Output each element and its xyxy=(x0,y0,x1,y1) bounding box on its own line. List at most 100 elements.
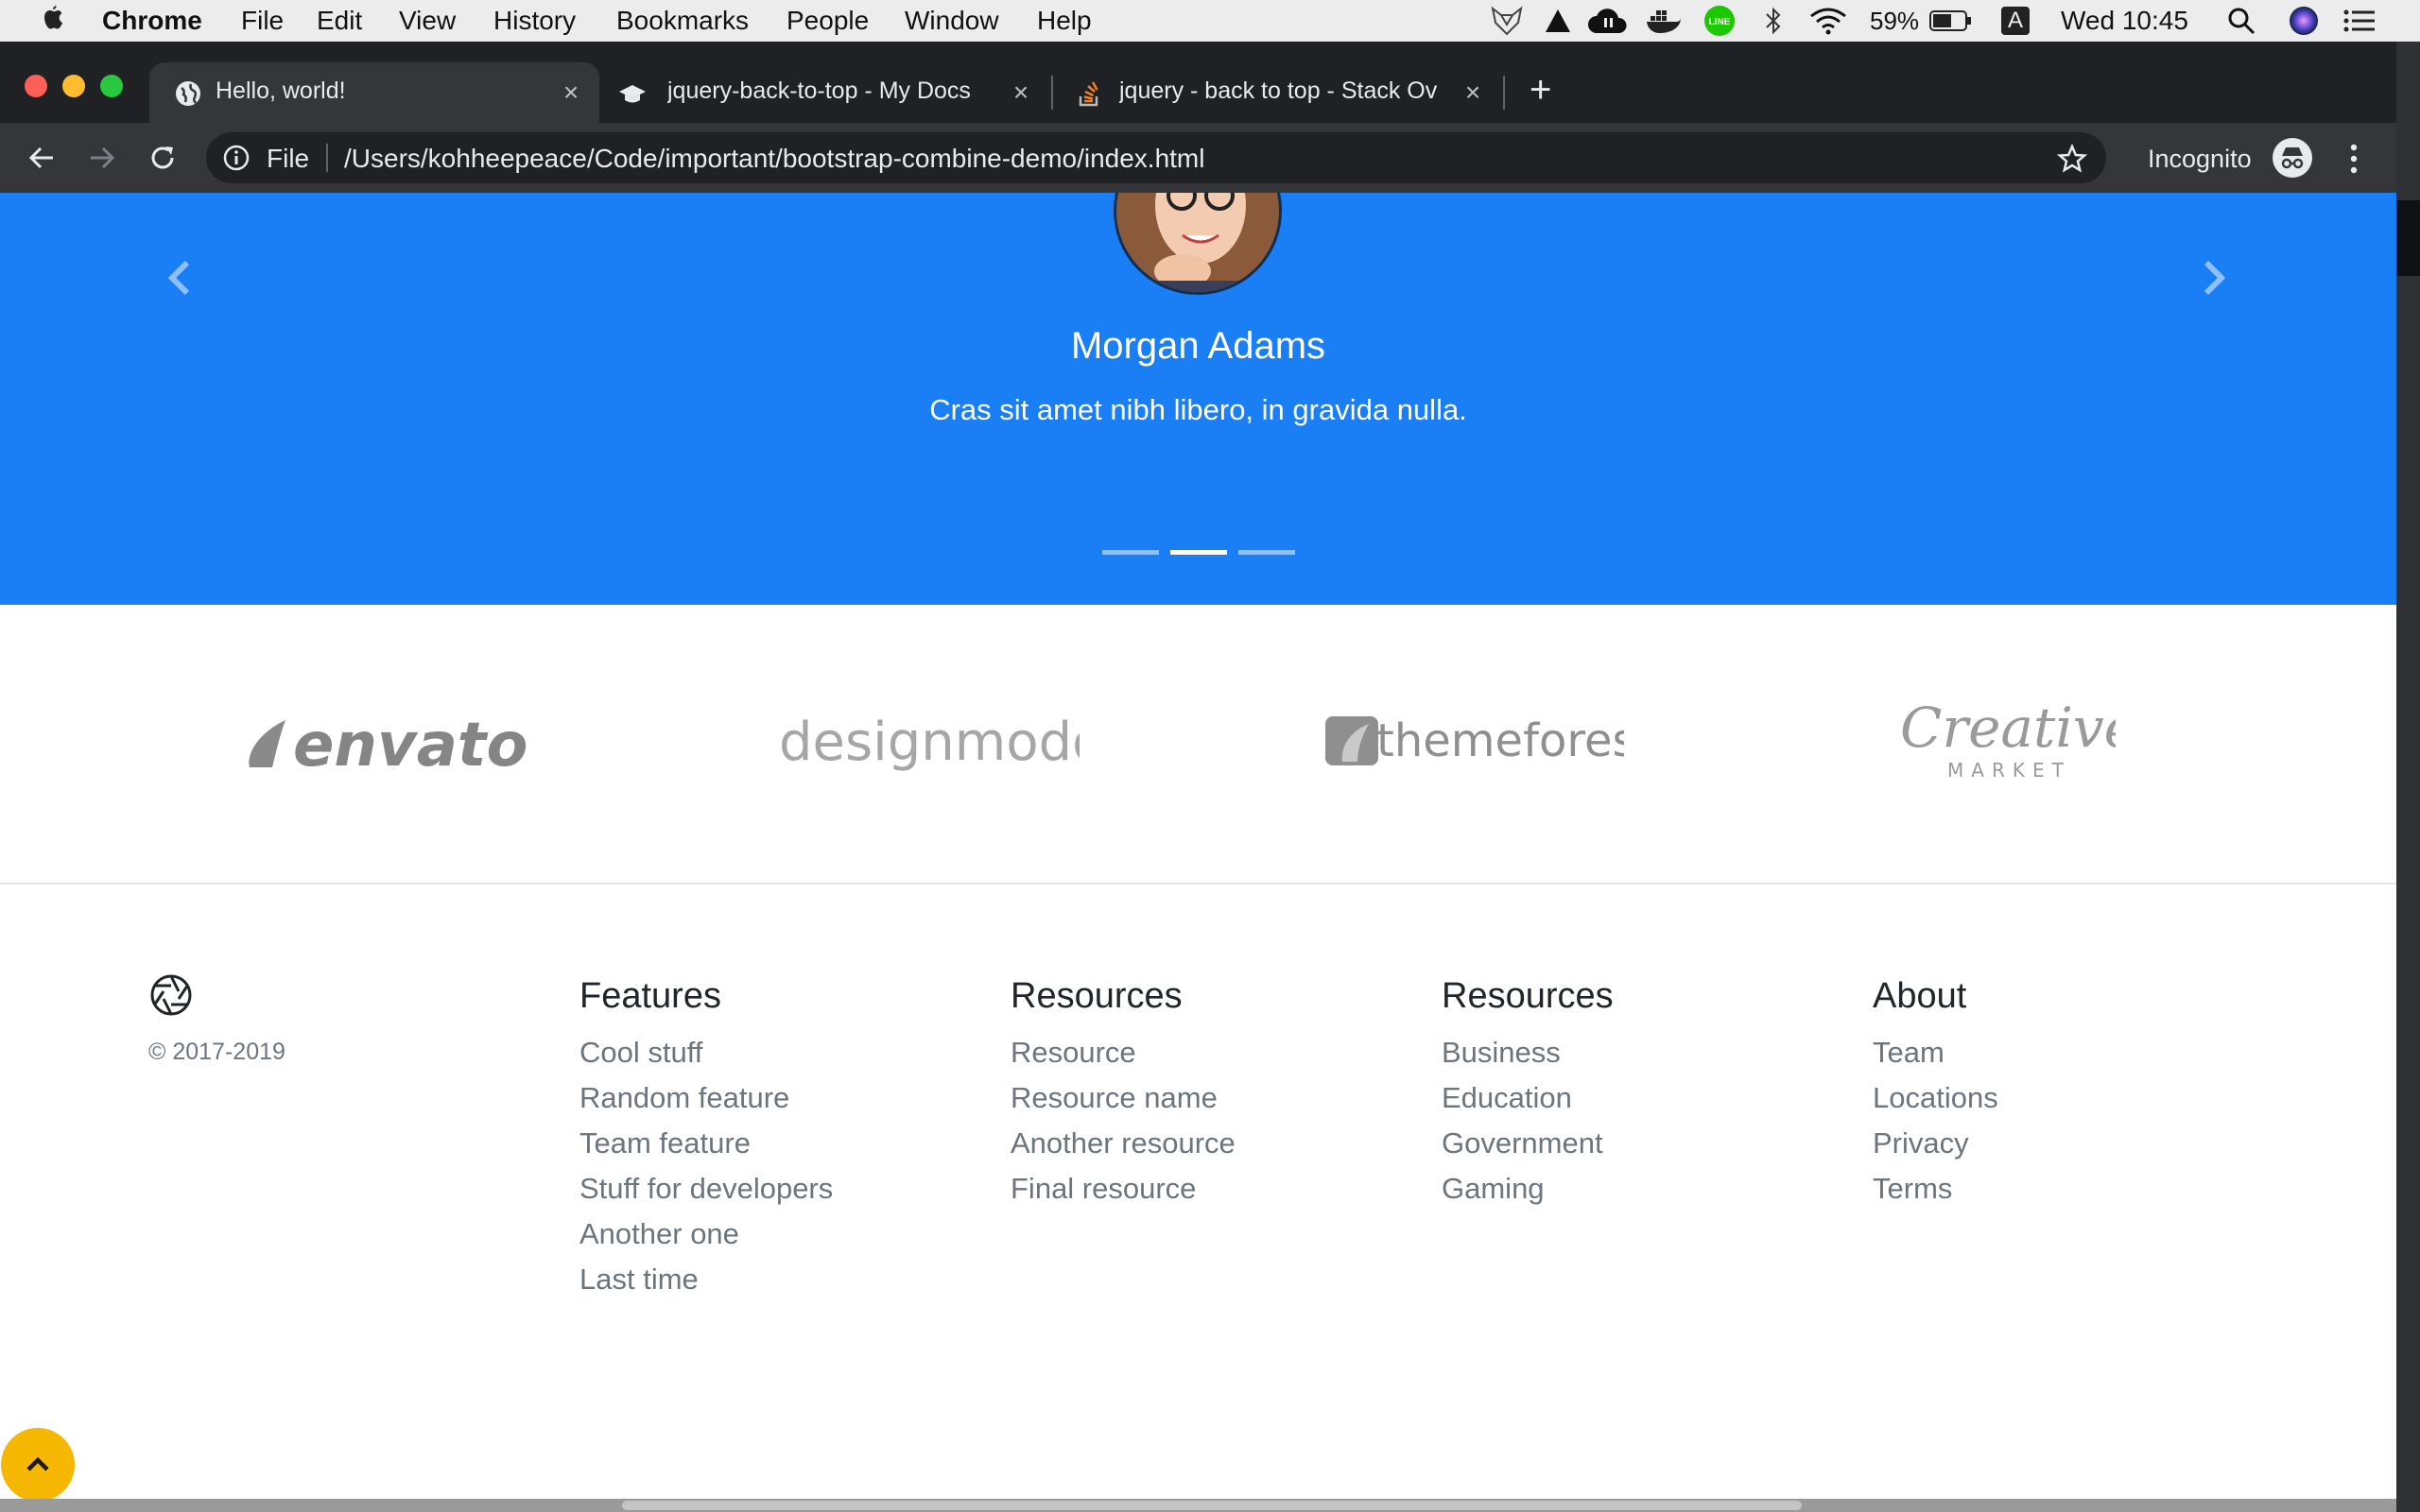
menu-help[interactable]: Help xyxy=(1037,6,1092,36)
back-button[interactable] xyxy=(19,135,64,180)
carousel-prev-icon[interactable] xyxy=(151,249,208,306)
footer-link[interactable]: Business xyxy=(1442,1030,1614,1075)
carousel-next-icon[interactable] xyxy=(2186,249,2242,306)
footer-heading: Features xyxy=(579,976,721,1016)
input-source-indicator[interactable]: A xyxy=(2000,6,2031,36)
logo-text: envato xyxy=(293,711,527,779)
drive-icon[interactable] xyxy=(1541,6,1575,36)
forward-button[interactable] xyxy=(79,135,125,180)
testimonial-text: Cras sit amet nibh libero, in gravida nu… xyxy=(929,393,1467,426)
docker-icon[interactable] xyxy=(1645,6,1683,36)
site-footer: © 2017-2019 Features Cool stuff Random f… xyxy=(0,885,2396,1499)
footer-column-resources-2: Resources Business Education Government … xyxy=(1442,975,1614,1211)
footer-link[interactable]: Another one xyxy=(579,1211,833,1257)
tab-separator xyxy=(1503,76,1505,110)
footer-link[interactable]: Locations xyxy=(1873,1075,1998,1121)
window-zoom-button[interactable] xyxy=(100,75,123,97)
chevron-up-icon xyxy=(26,1456,49,1471)
menu-people[interactable]: People xyxy=(786,6,869,36)
svg-text:LINE: LINE xyxy=(1709,17,1731,27)
footer-link[interactable]: Gaming xyxy=(1442,1166,1614,1211)
stackoverflow-icon xyxy=(1079,81,1098,107)
line-icon[interactable]: LINE xyxy=(1702,6,1737,36)
carousel-indicator[interactable] xyxy=(1102,550,1159,555)
menubar-clock[interactable]: Wed 10:45 xyxy=(2061,6,2188,36)
carousel-indicator-active[interactable] xyxy=(1170,550,1227,555)
globe-icon xyxy=(176,81,200,106)
footer-link[interactable]: Random feature xyxy=(579,1075,833,1121)
tab-close-icon[interactable]: × xyxy=(1461,79,1484,106)
footer-heading: About xyxy=(1873,976,1967,1016)
horizontal-scrollbar-thumb[interactable] xyxy=(622,1501,1802,1510)
logo-text: Creative xyxy=(1900,696,2116,760)
siri-icon[interactable] xyxy=(2288,6,2320,36)
footer-link[interactable]: Final resource xyxy=(1011,1166,1236,1211)
new-tab-button[interactable]: + xyxy=(1530,66,1551,113)
notification-center-icon[interactable] xyxy=(2341,6,2378,36)
apple-icon[interactable] xyxy=(38,5,68,37)
wifi-icon[interactable] xyxy=(1807,6,1849,36)
footer-heading: Resources xyxy=(1011,976,1183,1016)
fox-icon[interactable] xyxy=(1488,6,1526,36)
footer-link[interactable]: Education xyxy=(1442,1075,1614,1121)
logo-text: themeforest xyxy=(1376,714,1624,767)
menu-app-chrome[interactable]: Chrome xyxy=(102,6,202,36)
incognito-label[interactable]: Incognito xyxy=(2148,145,2252,174)
menu-history[interactable]: History xyxy=(493,6,576,36)
window-edge-marker xyxy=(2396,200,2420,276)
footer-link[interactable]: Another resource xyxy=(1011,1121,1236,1166)
footer-link[interactable]: Stuff for developers xyxy=(579,1166,833,1211)
footer-link[interactable]: Terms xyxy=(1873,1166,1998,1211)
themeforest-logo: themeforest xyxy=(1322,703,1653,783)
back-to-top-button[interactable] xyxy=(1,1428,75,1502)
footer-link[interactable]: Privacy xyxy=(1873,1121,1998,1166)
footer-column-about: About Team Locations Privacy Terms xyxy=(1873,975,1998,1211)
logo-subtext: MARKET xyxy=(1947,759,2071,782)
info-icon[interactable] xyxy=(223,145,250,171)
tab-stackoverflow[interactable]: jquery - back to top - Stack Ov × xyxy=(1057,62,1501,123)
address-bar[interactable]: File /Users/kohheepeace/Code/important/b… xyxy=(206,132,2106,183)
footer-link[interactable]: Team xyxy=(1873,1030,1998,1075)
tab-separator xyxy=(1051,76,1053,110)
battery-icon[interactable] xyxy=(1928,6,1974,36)
testimonial-carousel: Morgan Adams Cras sit amet nibh libero, … xyxy=(0,193,2396,605)
menu-file[interactable]: File xyxy=(241,6,284,36)
more-menu-icon[interactable] xyxy=(2342,140,2365,178)
logo-text: designmodo xyxy=(779,712,1080,773)
macos-menu-bar: Chrome File Edit View History Bookmarks … xyxy=(0,0,2420,42)
footer-heading: Resources xyxy=(1442,976,1614,1016)
omnibox-divider xyxy=(326,144,328,172)
footer-link[interactable]: Team feature xyxy=(579,1121,833,1166)
footer-link[interactable]: Last time xyxy=(579,1257,833,1302)
footer-link[interactable]: Government xyxy=(1442,1121,1614,1166)
aperture-logo-icon xyxy=(150,974,192,1016)
footer-column-resources: Resources Resource Resource name Another… xyxy=(1011,975,1236,1211)
footer-link[interactable]: Resource name xyxy=(1011,1075,1236,1121)
incognito-icon[interactable] xyxy=(2273,138,2312,178)
footer-link[interactable]: Cool stuff xyxy=(579,1030,833,1075)
menu-view[interactable]: View xyxy=(399,6,456,36)
reload-button[interactable] xyxy=(140,135,185,180)
tab-hello-world[interactable]: Hello, world! × xyxy=(149,62,599,123)
bookmark-star-icon[interactable] xyxy=(2057,144,2087,174)
testimonial-name: Morgan Adams xyxy=(1070,325,1326,367)
copyright-text: © 2017-2019 xyxy=(148,1039,285,1065)
carousel-indicator[interactable] xyxy=(1238,550,1295,555)
cloud-pause-icon[interactable] xyxy=(1586,6,1630,36)
spotlight-search-icon[interactable] xyxy=(2225,6,2257,36)
menu-bookmarks[interactable]: Bookmarks xyxy=(616,6,749,36)
tab-close-icon[interactable]: × xyxy=(560,79,582,106)
page-viewport: Morgan Adams Cras sit amet nibh libero, … xyxy=(0,193,2396,1499)
footer-link[interactable]: Resource xyxy=(1011,1030,1236,1075)
horizontal-scrollbar[interactable] xyxy=(0,1499,2396,1512)
window-close-button[interactable] xyxy=(25,75,47,97)
creative-market-logo: Creative MARKET xyxy=(1898,694,2136,793)
url-text[interactable]: /Users/kohheepeace/Code/important/bootst… xyxy=(344,144,1204,174)
tab-close-icon[interactable]: × xyxy=(1010,79,1032,106)
window-minimize-button[interactable] xyxy=(62,75,85,97)
bluetooth-icon[interactable] xyxy=(1760,6,1787,36)
menu-edit[interactable]: Edit xyxy=(317,6,362,36)
tab-jquery-back-to-top-docs[interactable]: jquery-back-to-top - My Docs × xyxy=(605,62,1049,123)
menu-window[interactable]: Window xyxy=(905,6,999,36)
avatar xyxy=(1114,193,1282,295)
